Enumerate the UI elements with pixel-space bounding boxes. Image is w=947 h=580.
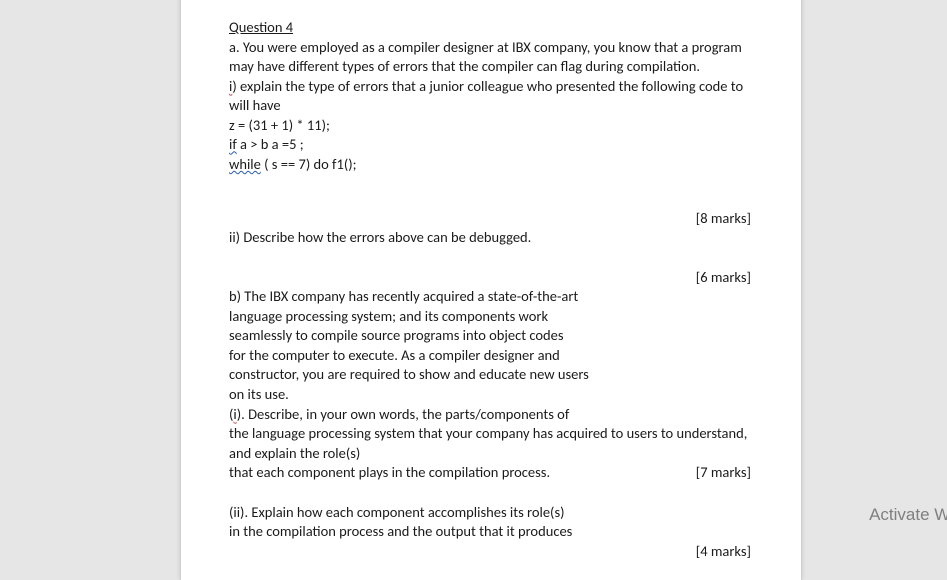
marks-label: [7 marks] (696, 463, 761, 483)
text-line: a. You were employed as a compiler desig… (229, 38, 761, 58)
text-line: and explain the role(s) (229, 444, 761, 464)
text: ( s == 7) do f1(); (261, 155, 357, 173)
text-line: ii) Describe how the errors above can be… (229, 228, 761, 248)
code-line: z = (31 + 1) * 11); (229, 116, 761, 136)
squiggle-text: while (229, 155, 261, 173)
squiggle-text: if (229, 135, 237, 153)
marks-label: [4 marks] (229, 542, 761, 562)
text-line: (i). Describe, in your own words, the pa… (229, 405, 761, 425)
text-line: for the computer to execute. As a compil… (229, 346, 761, 366)
document-page: Question 4 a. You were employed as a com… (180, 0, 802, 580)
text-line: seamlessly to compile source programs in… (229, 326, 761, 346)
text-line: i) explain the type of errors that a jun… (229, 77, 761, 97)
marks-label: [8 marks] (229, 209, 761, 229)
spacer (229, 248, 761, 268)
text-line: b) The IBX company has recently acquired… (229, 287, 761, 307)
question-title: Question 4 (229, 18, 761, 38)
text: ). Describe, in your own words, the part… (237, 405, 570, 423)
marks-label: [6 marks] (229, 268, 761, 288)
text-line: will have (229, 96, 761, 116)
text-line: may have different types of errors that … (229, 57, 761, 77)
text-line: constructor, you are required to show an… (229, 365, 761, 385)
code-line: while ( s == 7) do f1(); (229, 155, 761, 175)
code-line: if a > b a =5 ; (229, 135, 761, 155)
text-line: the language processing system that your… (229, 424, 761, 444)
text: ) explain the type of errors that a juni… (232, 77, 743, 95)
text-line: on its use. (229, 385, 761, 405)
text: a > b a =5 ; (237, 135, 304, 153)
spacer (229, 483, 761, 503)
text-line: (ii). Explain how each component accompl… (229, 503, 761, 523)
text-line: that each component plays in the compila… (229, 463, 550, 483)
activate-windows-watermark: Activate Wind (869, 505, 947, 525)
page-content: Question 4 a. You were employed as a com… (181, 0, 801, 572)
text-line: language processing system; and its comp… (229, 307, 761, 327)
text-with-marks: that each component plays in the compila… (229, 463, 761, 483)
spacer (229, 175, 761, 209)
text-line: in the compilation process and the outpu… (229, 522, 761, 542)
